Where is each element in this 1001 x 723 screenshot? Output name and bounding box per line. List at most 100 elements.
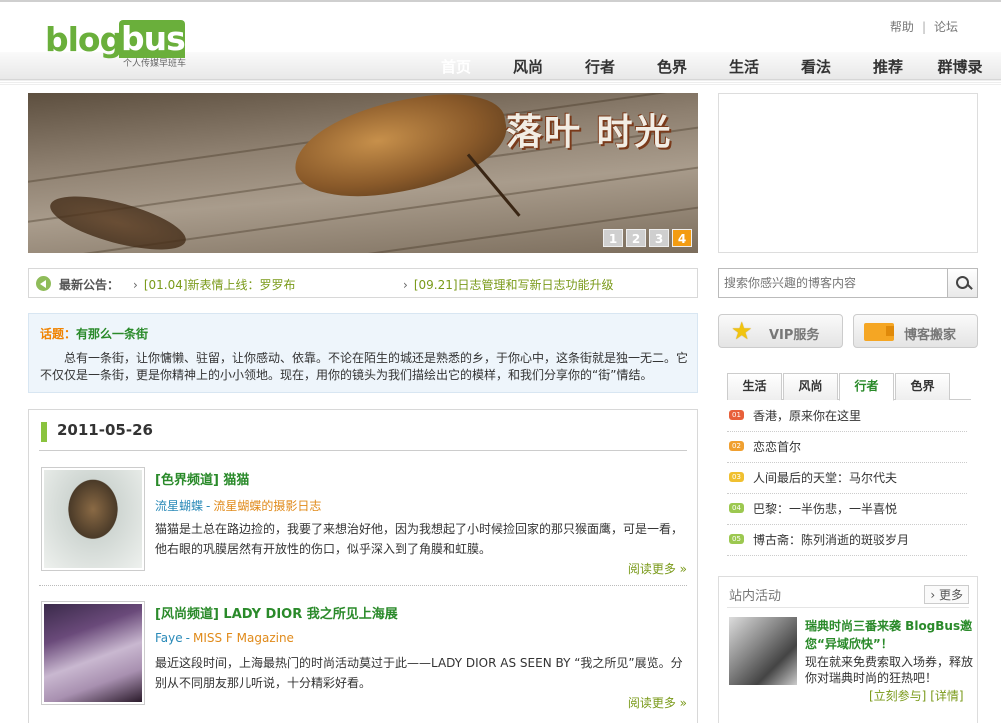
post-thumbnail[interactable]: [41, 467, 145, 571]
ranking-link[interactable]: 巴黎：一半伤悲，一半喜悦: [753, 500, 897, 517]
ranking-item: 01 香港，原来你在这里: [727, 401, 967, 432]
rank-number-badge: 03: [729, 472, 744, 482]
announcement-item[interactable]: [01.04]新表情上线：罗罗布: [133, 276, 296, 293]
nav-item-life[interactable]: 生活: [708, 56, 780, 77]
site-events: 站内活动 更多 瑞典时尚三番来袭 BlogBus邀您“异域欣快”！ 现在就来免费…: [718, 576, 978, 723]
nav-item-travel[interactable]: 行者: [564, 56, 636, 77]
ranking-item: 04 巴黎：一半伤悲，一半喜悦: [727, 494, 967, 525]
post-title[interactable]: [风尚频道] LADY DIOR 我之所见上海展: [155, 603, 398, 622]
speaker-icon: [36, 276, 51, 291]
ranking-item: 05 博古斋：陈列消逝的斑驳岁月: [727, 525, 967, 556]
nav-item-groups[interactable]: 群博录: [924, 56, 996, 77]
banner-page-button[interactable]: 2: [626, 229, 646, 247]
tab-photo[interactable]: 色界: [895, 373, 950, 400]
nav-item-recommend[interactable]: 推荐: [852, 56, 924, 77]
date-divider: [39, 450, 687, 451]
search-input[interactable]: [719, 269, 949, 297]
channel-tabs: 生活 风尚 行者 色界: [727, 373, 971, 401]
events-more-button[interactable]: 更多: [924, 585, 969, 604]
banner-leaf-image: [45, 185, 191, 253]
post-blog-name[interactable]: MISS F Magazine: [193, 631, 294, 645]
details-link[interactable]: [详情]: [930, 689, 963, 703]
main-nav: 首页 风尚 行者 色界 生活 看法 推荐 群博录: [420, 56, 996, 77]
ranking-item: 02 恋恋首尔: [727, 432, 967, 463]
announcement-item[interactable]: [09.21]日志管理和写新日志功能升级: [403, 276, 614, 293]
blog-move-button[interactable]: 博客搬家: [853, 314, 978, 348]
event-links: [立刻参与] [详情]: [869, 687, 964, 704]
events-divider: [727, 607, 969, 608]
nav-item-fashion[interactable]: 风尚: [492, 56, 564, 77]
ad-slot: [718, 93, 978, 253]
logo-bus-block: bus: [119, 19, 186, 58]
topic-heading: 话题：有那么一条街: [40, 325, 148, 342]
post-title[interactable]: [色界频道] 猫猫: [155, 469, 249, 488]
logo-main: blog: [45, 20, 123, 59]
events-heading: 站内活动: [729, 589, 782, 604]
help-link[interactable]: 帮助: [890, 20, 914, 34]
announcement-label: 最新公告：: [59, 278, 120, 292]
topic-body: 总有一条街，让你慵懒、驻留，让你感动、依靠。不论在陌生的城还是熟悉的乡，于你心中…: [40, 351, 689, 382]
tab-fashion[interactable]: 风尚: [783, 373, 838, 400]
post-author[interactable]: Faye: [155, 631, 183, 645]
ranking-link[interactable]: 香港，原来你在这里: [753, 407, 861, 424]
search-icon[interactable]: [947, 269, 977, 297]
ranking-link[interactable]: 博古斋：陈列消逝的斑驳岁月: [753, 531, 909, 548]
vip-service-label: VIP服务: [769, 328, 820, 343]
truck-icon: [864, 323, 894, 341]
ranking-item: 03 人间最后的天堂：马尔代夫: [727, 463, 967, 494]
announcement-bar: 最新公告： [01.04]新表情上线：罗罗布 [09.21]日志管理和写新日志功…: [28, 268, 698, 298]
tab-life[interactable]: 生活: [727, 373, 782, 400]
banner-pager: 1 2 3 4: [603, 229, 692, 247]
forum-link[interactable]: 论坛: [934, 20, 958, 34]
event-title[interactable]: 瑞典时尚三番来袭 BlogBus邀您“异域欣快”！: [805, 617, 975, 653]
post-author[interactable]: 流星蝴蝶: [155, 499, 203, 513]
banner-page-button[interactable]: 1: [603, 229, 623, 247]
topic-title-link[interactable]: 有那么一条街: [76, 327, 148, 341]
rank-number-badge: 05: [729, 534, 744, 544]
post-summary: 最近这段时间，上海最热门的时尚活动莫过于此——LADY DIOR AS SEEN…: [155, 656, 683, 690]
ranking-link[interactable]: 恋恋首尔: [753, 438, 801, 455]
event-description: 现在就来免费索取入场券，释放你对瑞典时尚的狂热吧！: [805, 655, 974, 685]
post-meta: Faye - MISS F Magazine: [155, 631, 294, 645]
join-now-link[interactable]: [立刻参与]: [869, 689, 926, 703]
banner-leaf-stem: [466, 153, 521, 217]
nav-item-opinion[interactable]: 看法: [780, 56, 852, 77]
read-more-link[interactable]: 阅读更多: [628, 560, 687, 577]
banner-page-button-active[interactable]: 4: [672, 229, 692, 247]
top-links: 帮助 | 论坛: [890, 18, 958, 35]
post-thumbnail[interactable]: [41, 601, 145, 705]
banner-title: 落叶 时光: [506, 111, 673, 153]
tab-travel[interactable]: 行者: [839, 373, 894, 401]
post-divider: [39, 585, 687, 586]
read-more-link[interactable]: 阅读更多: [628, 694, 687, 711]
nav-item-photo[interactable]: 色界: [636, 56, 708, 77]
rank-number-badge: 02: [729, 441, 744, 451]
top-links-separator: |: [921, 20, 926, 34]
logo-accent: bus: [121, 19, 186, 58]
blog-move-label: 博客搬家: [904, 328, 957, 343]
header: blog bus 个人传媒早班车 帮助 | 论坛 首页 风尚 行者 色界 生活 看法…: [0, 0, 1001, 88]
meta-separator: -: [185, 631, 190, 645]
banner-slideshow[interactable]: 落叶 时光 1 2 3 4: [28, 93, 698, 253]
date-marker: [41, 422, 47, 442]
logo-slogan: 个人传媒早班车: [123, 59, 187, 69]
vip-service-button[interactable]: ★ VIP服务: [718, 314, 843, 348]
ranking-link[interactable]: 人间最后的天堂：马尔代夫: [753, 469, 897, 486]
event-thumbnail[interactable]: [729, 617, 797, 685]
nav-item-home[interactable]: 首页: [420, 56, 492, 77]
rank-number-badge: 04: [729, 503, 744, 513]
post-blog-name[interactable]: 流星蝴蝶的摄影日志: [213, 499, 321, 513]
post-list: 2011-05-26 [色界频道] 猫猫 流星蝴蝶 - 流星蝴蝶的摄影日志 猫猫是土…: [28, 409, 698, 723]
banner-page-button[interactable]: 3: [649, 229, 669, 247]
channel-ranking: 生活 风尚 行者 色界 01 香港，原来你在这里 02 恋恋首尔 03 人间最后…: [727, 373, 971, 556]
blogbus-logo[interactable]: blog bus 个人传媒早班车: [45, 19, 187, 69]
rank-number-badge: 01: [729, 410, 744, 420]
nav-stripes: [0, 80, 1001, 86]
post-meta: 流星蝴蝶 - 流星蝴蝶的摄影日志: [155, 497, 321, 514]
topic-label: 话题：: [40, 327, 77, 341]
topic-box: 话题：有那么一条街 总有一条街，让你慵懒、驻留，让你感动、依靠。不论在陌生的城还…: [28, 313, 698, 393]
banner-leaf-image: [286, 93, 515, 209]
meta-separator: -: [206, 499, 211, 513]
star-icon: ★: [731, 317, 753, 345]
dior-photo: [44, 604, 142, 702]
